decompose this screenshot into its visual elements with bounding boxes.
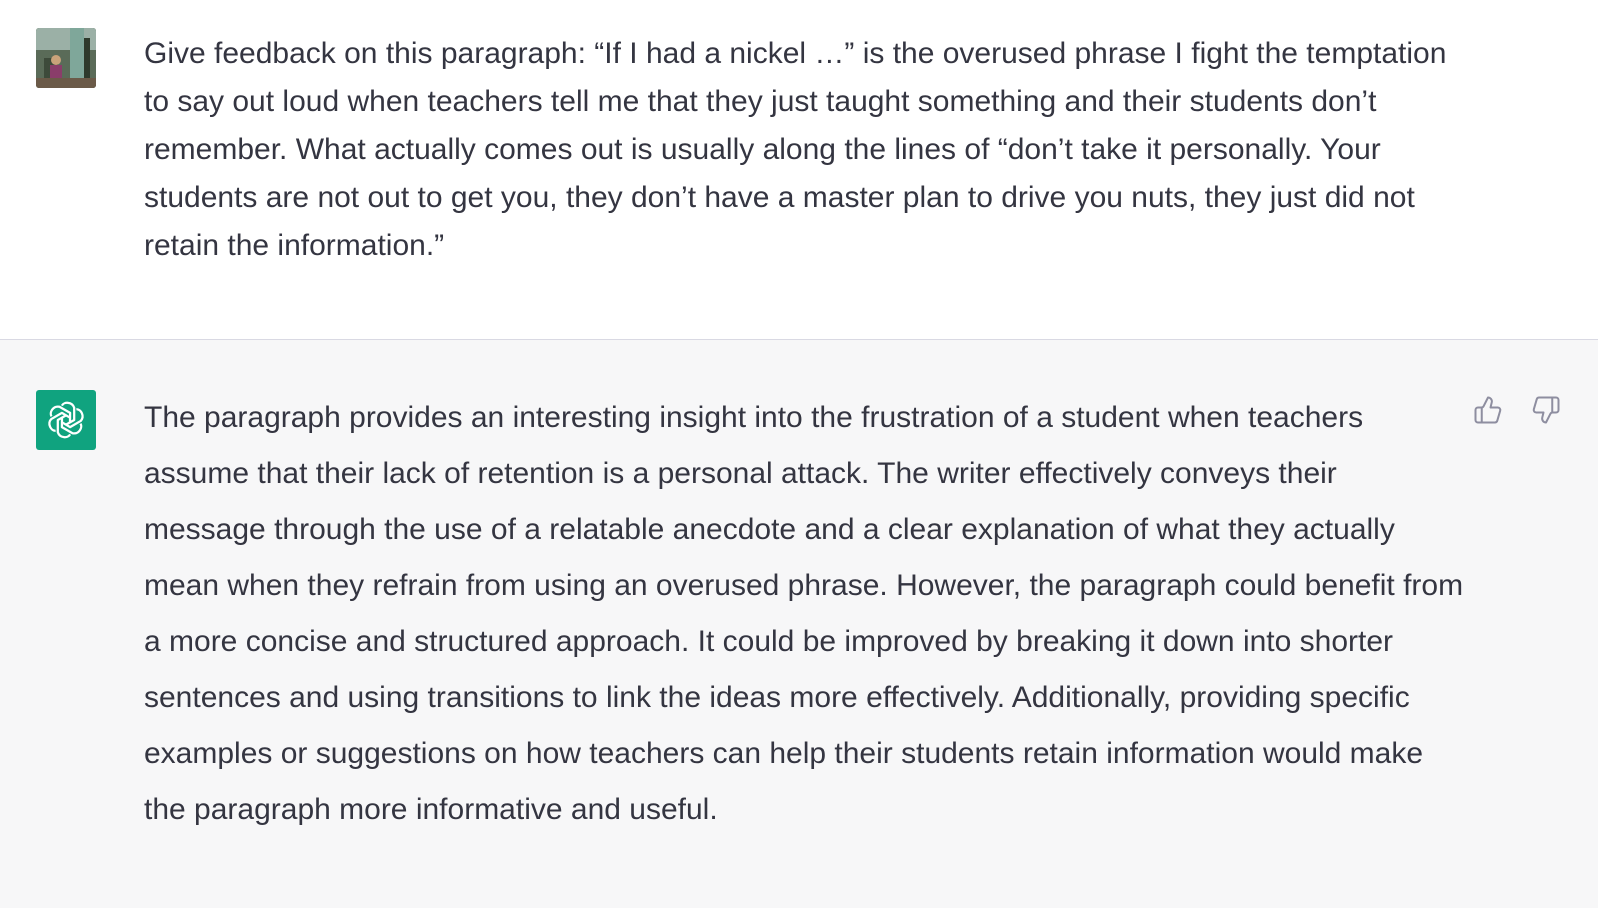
- openai-logo-icon: [45, 401, 87, 439]
- assistant-message: The paragraph provides an interesting in…: [0, 340, 1598, 908]
- assistant-avatar: [36, 390, 96, 450]
- user-message-text: Give feedback on this paragraph: “If I h…: [144, 37, 1447, 262]
- user-message: Give feedback on this paragraph: “If I h…: [0, 0, 1598, 340]
- feedback-controls: [1472, 394, 1562, 426]
- user-photo-avatar: [36, 28, 96, 88]
- thumbs-up-icon: [1474, 396, 1502, 424]
- thumbs-down-button[interactable]: [1530, 394, 1562, 426]
- thumbs-down-icon: [1532, 396, 1560, 424]
- thumbs-up-button[interactable]: [1472, 394, 1504, 426]
- user-avatar: [36, 28, 96, 88]
- assistant-message-text: The paragraph provides an interesting in…: [144, 401, 1464, 826]
- chat-thread: Give feedback on this paragraph: “If I h…: [0, 0, 1598, 908]
